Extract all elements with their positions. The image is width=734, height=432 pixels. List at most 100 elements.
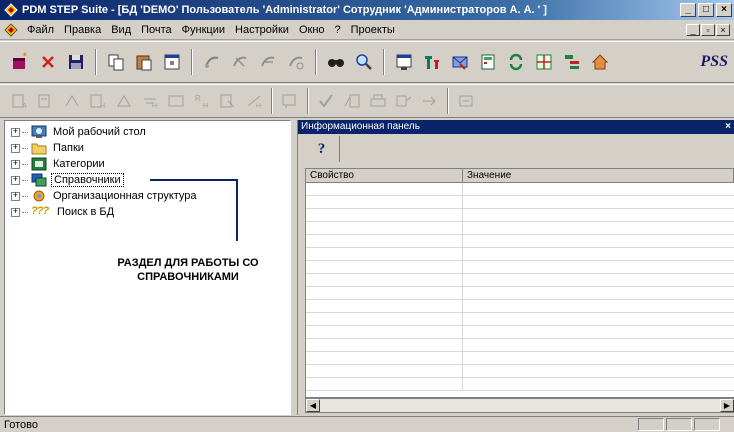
property-cell[interactable] bbox=[306, 196, 463, 209]
expand-toggle[interactable]: + bbox=[11, 207, 20, 217]
refresh-button[interactable] bbox=[504, 50, 528, 74]
tree-item-reference-books[interactable]: + Справочники bbox=[11, 172, 124, 188]
filter-button[interactable] bbox=[420, 50, 444, 74]
table-row[interactable] bbox=[306, 196, 734, 209]
view-button[interactable] bbox=[392, 50, 416, 74]
property-cell[interactable] bbox=[306, 183, 463, 196]
menu-file[interactable]: Файл bbox=[22, 24, 59, 36]
value-cell[interactable] bbox=[463, 326, 734, 339]
menu-functions[interactable]: Функции bbox=[177, 24, 230, 36]
edit-doc-button[interactable] bbox=[340, 89, 364, 113]
expand-toggle[interactable]: + bbox=[11, 175, 20, 185]
value-cell[interactable] bbox=[463, 274, 734, 287]
menu-help[interactable]: ? bbox=[330, 24, 346, 36]
property-cell[interactable] bbox=[306, 261, 463, 274]
table-row[interactable] bbox=[306, 352, 734, 365]
expand-toggle[interactable]: + bbox=[11, 127, 20, 137]
close-button[interactable]: × bbox=[716, 3, 732, 17]
tree-item-org-structure[interactable]: + Организационная структура bbox=[11, 188, 199, 204]
home-button[interactable] bbox=[588, 50, 612, 74]
properties-button[interactable] bbox=[160, 50, 184, 74]
menu-projects[interactable]: Проекты bbox=[346, 24, 400, 36]
filter2-button[interactable] bbox=[454, 89, 478, 113]
link-edit-button[interactable] bbox=[284, 50, 308, 74]
mdi-restore-button[interactable]: ▫ bbox=[701, 23, 715, 36]
menu-settings[interactable]: Настройки bbox=[230, 24, 294, 36]
doc-k-button[interactable] bbox=[278, 89, 302, 113]
table-row[interactable] bbox=[306, 339, 734, 352]
mdi-close-button[interactable]: × bbox=[716, 23, 730, 36]
property-cell[interactable] bbox=[306, 365, 463, 378]
doc-a-button[interactable]: A bbox=[8, 89, 32, 113]
table-row[interactable] bbox=[306, 222, 734, 235]
approve-button[interactable] bbox=[314, 89, 338, 113]
table-row[interactable] bbox=[306, 261, 734, 274]
table-row[interactable] bbox=[306, 300, 734, 313]
scroll-left-button[interactable]: ◀ bbox=[306, 399, 320, 412]
column-header-property[interactable]: Свойство bbox=[306, 169, 463, 182]
table-row[interactable] bbox=[306, 183, 734, 196]
paste-button[interactable] bbox=[132, 50, 156, 74]
property-cell[interactable] bbox=[306, 274, 463, 287]
property-cell[interactable] bbox=[306, 300, 463, 313]
route-button[interactable] bbox=[392, 89, 416, 113]
menu-edit[interactable]: Правка bbox=[59, 24, 106, 36]
value-cell[interactable] bbox=[463, 378, 734, 391]
property-cell[interactable] bbox=[306, 209, 463, 222]
doc-b-button[interactable] bbox=[34, 89, 58, 113]
value-cell[interactable] bbox=[463, 313, 734, 326]
export-button[interactable] bbox=[418, 89, 442, 113]
property-cell[interactable] bbox=[306, 378, 463, 391]
tree-item-categories[interactable]: + Категории bbox=[11, 156, 107, 172]
scroll-right-button[interactable]: ▶ bbox=[720, 399, 734, 412]
doc-i-button[interactable] bbox=[216, 89, 240, 113]
value-cell[interactable] bbox=[463, 235, 734, 248]
minimize-button[interactable]: _ bbox=[680, 3, 696, 17]
doc-j-button[interactable]: H bbox=[242, 89, 266, 113]
table-row[interactable] bbox=[306, 235, 734, 248]
table-row[interactable] bbox=[306, 209, 734, 222]
search-button[interactable] bbox=[352, 50, 376, 74]
copy-button[interactable] bbox=[104, 50, 128, 74]
calculator-button[interactable] bbox=[476, 50, 500, 74]
value-cell[interactable] bbox=[463, 261, 734, 274]
save-button[interactable] bbox=[64, 50, 88, 74]
find-button[interactable] bbox=[324, 50, 348, 74]
tree-item-my-desktop[interactable]: + Мой рабочий стол bbox=[11, 124, 148, 140]
expand-toggle[interactable]: + bbox=[11, 191, 20, 201]
table-row[interactable] bbox=[306, 378, 734, 391]
menu-mail[interactable]: Почта bbox=[136, 24, 177, 36]
doc-h-button[interactable]: RH bbox=[190, 89, 214, 113]
property-cell[interactable] bbox=[306, 326, 463, 339]
value-cell[interactable] bbox=[463, 300, 734, 313]
value-cell[interactable] bbox=[463, 222, 734, 235]
property-cell[interactable] bbox=[306, 248, 463, 261]
value-cell[interactable] bbox=[463, 352, 734, 365]
value-cell[interactable] bbox=[463, 287, 734, 300]
table-row[interactable] bbox=[306, 287, 734, 300]
expand-toggle[interactable]: + bbox=[11, 143, 20, 153]
menu-window[interactable]: Окно bbox=[294, 24, 330, 36]
table-row[interactable] bbox=[306, 365, 734, 378]
help-tab[interactable]: ? bbox=[304, 136, 340, 162]
table-row[interactable] bbox=[306, 313, 734, 326]
property-cell[interactable] bbox=[306, 339, 463, 352]
property-cell[interactable] bbox=[306, 287, 463, 300]
value-cell[interactable] bbox=[463, 365, 734, 378]
doc-f-button[interactable]: H bbox=[138, 89, 162, 113]
property-cell[interactable] bbox=[306, 222, 463, 235]
doc-c-button[interactable] bbox=[60, 89, 84, 113]
value-cell[interactable] bbox=[463, 248, 734, 261]
info-panel-close-button[interactable]: × bbox=[725, 120, 731, 134]
new-object-button[interactable]: * bbox=[8, 50, 32, 74]
table-row[interactable] bbox=[306, 248, 734, 261]
menu-view[interactable]: Вид bbox=[106, 24, 136, 36]
mail-button[interactable] bbox=[448, 50, 472, 74]
doc-e-button[interactable] bbox=[112, 89, 136, 113]
maximize-button[interactable]: □ bbox=[698, 3, 714, 17]
table-row[interactable] bbox=[306, 274, 734, 287]
property-cell[interactable] bbox=[306, 352, 463, 365]
expand-toggle[interactable]: + bbox=[11, 159, 20, 169]
property-cell[interactable] bbox=[306, 313, 463, 326]
delete-button[interactable] bbox=[36, 50, 60, 74]
